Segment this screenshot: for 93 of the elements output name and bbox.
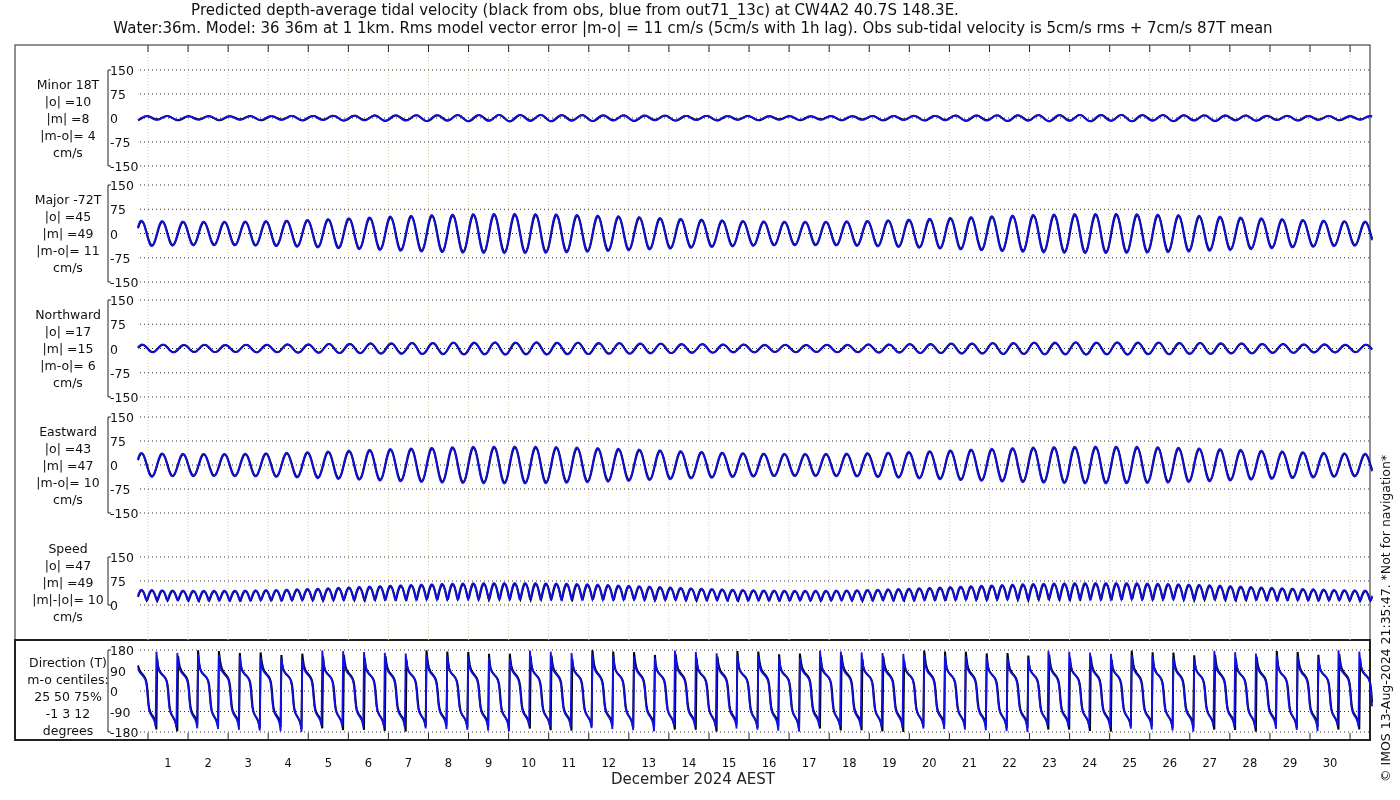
x-tick-label: 20 bbox=[922, 756, 937, 770]
x-tick-label: 3 bbox=[244, 756, 252, 770]
x-tick-label: 14 bbox=[681, 756, 697, 770]
panel-label: 25 50 75% bbox=[34, 689, 102, 704]
y-tick-label: 150 bbox=[110, 63, 134, 78]
y-tick-label: -150 bbox=[110, 159, 139, 174]
x-tick-label: 15 bbox=[721, 756, 737, 770]
panel-label: |m-o|= 11 bbox=[36, 243, 100, 258]
x-tick-label: 22 bbox=[1002, 756, 1017, 770]
x-tick-label: 26 bbox=[1162, 756, 1178, 770]
panel-label: cm/s bbox=[53, 609, 83, 624]
panel-label: cm/s bbox=[53, 145, 83, 160]
y-tick-label: 75 bbox=[110, 87, 126, 102]
x-tick-label: 13 bbox=[641, 756, 657, 770]
x-tick-label: 7 bbox=[404, 756, 413, 770]
x-tick-label: 16 bbox=[761, 756, 777, 770]
x-tick-label: 29 bbox=[1282, 756, 1298, 770]
x-tick-label: 2 bbox=[204, 756, 212, 770]
x-tick-label: 17 bbox=[801, 756, 817, 770]
y-tick-label: -150 bbox=[110, 275, 139, 290]
y-tick-label: -150 bbox=[110, 506, 139, 521]
panel-label: |m| =15 bbox=[42, 341, 94, 356]
y-axis-line bbox=[107, 556, 112, 606]
y-tick-label: 150 bbox=[110, 178, 134, 193]
panel-label: |o| =45 bbox=[44, 209, 92, 224]
x-tick-label: 1 bbox=[164, 756, 172, 770]
panel-label: Eastward bbox=[39, 424, 97, 439]
x-tick-label: 12 bbox=[601, 756, 617, 770]
y-tick-label: 0 bbox=[110, 598, 118, 613]
panel-label: degrees bbox=[42, 723, 94, 738]
panel-label: m-o centiles: bbox=[27, 672, 109, 687]
panel-label: |m-o|= 4 bbox=[40, 128, 96, 143]
panel-label: Direction (T) bbox=[29, 655, 107, 670]
x-tick-label: 24 bbox=[1082, 756, 1097, 770]
panel-label: |o| =10 bbox=[44, 94, 92, 109]
y-tick-label: 0 bbox=[110, 684, 118, 699]
x-tick-label: 28 bbox=[1242, 756, 1258, 770]
y-tick-label: 75 bbox=[110, 434, 126, 449]
panel-label: |o| =47 bbox=[44, 558, 92, 573]
x-tick-label: 10 bbox=[521, 756, 536, 770]
x-tick-label: 9 bbox=[484, 756, 493, 770]
panel-label: |m| =49 bbox=[42, 226, 94, 241]
panel-label: |m-o|= 6 bbox=[40, 358, 96, 373]
y-tick-label: -75 bbox=[110, 250, 131, 266]
x-tick-label: 30 bbox=[1322, 756, 1338, 770]
panel-label: |m| =8 bbox=[46, 111, 90, 126]
chart-title: Water:36m. Model: 36 36m at 1 1km. Rms model vector error |m-o| = 11 cm/s (5cm/s with 1h lag). Obs sub-tidal velocity is 5cm/s rms + 7cm/s 87T mean bbox=[113, 19, 1273, 37]
y-tick-label: -75 bbox=[110, 482, 131, 497]
y-tick-label: 180 bbox=[110, 643, 134, 658]
y-tick-label: 0 bbox=[110, 111, 118, 126]
x-tick-label: 11 bbox=[561, 756, 577, 770]
y-tick-label: -150 bbox=[110, 390, 139, 405]
x-tick-label: 8 bbox=[444, 756, 453, 770]
panel-label: cm/s bbox=[53, 260, 83, 275]
panel-label: |o| =17 bbox=[44, 324, 92, 339]
panel-label: |o| =43 bbox=[44, 441, 92, 456]
x-tick-label: 5 bbox=[324, 756, 332, 770]
y-tick-label: 0 bbox=[110, 226, 118, 242]
y-tick-label: -75 bbox=[110, 365, 131, 381]
chart-title: Predicted depth-average tidal velocity (black from obs, blue from out71_13c) at CW4A2 40.7S 148.3E. bbox=[191, 1, 959, 19]
panel-label: Speed bbox=[48, 541, 88, 556]
x-tick-label: 27 bbox=[1202, 756, 1218, 770]
panel-label: Minor 18T bbox=[36, 77, 100, 92]
y-tick-label: 150 bbox=[110, 550, 134, 565]
panel-label: |m|-|o|= 10 bbox=[32, 592, 104, 607]
panel-label: |m-o|= 10 bbox=[36, 475, 100, 490]
panel-label: |m| =49 bbox=[42, 575, 94, 590]
x-tick-label: 4 bbox=[284, 756, 292, 770]
y-tick-label: 75 bbox=[110, 202, 126, 218]
credit-text: © IMOS 13-Aug-2024 21:35:47. *Not for navigation* bbox=[1378, 454, 1393, 782]
x-tick-label: 18 bbox=[841, 756, 857, 770]
x-tick-label: 23 bbox=[1042, 756, 1057, 770]
panel-label: Northward bbox=[35, 307, 101, 322]
y-tick-label: 0 bbox=[110, 458, 118, 473]
panel-label: |m| =47 bbox=[42, 458, 94, 473]
x-tick-label: 19 bbox=[881, 756, 897, 770]
y-tick-label: 90 bbox=[110, 663, 126, 679]
x-tick-label: 6 bbox=[364, 756, 373, 770]
y-tick-label: 150 bbox=[110, 293, 134, 308]
y-tick-label: 75 bbox=[110, 574, 126, 589]
x-axis-title: December 2024 AEST bbox=[611, 770, 775, 788]
panel-label: -1 3 12 bbox=[45, 706, 91, 721]
x-tick-label: 21 bbox=[962, 756, 977, 770]
y-tick-label: -180 bbox=[110, 725, 139, 740]
y-tick-label: 75 bbox=[110, 317, 126, 333]
panel-label: Major -72T bbox=[34, 192, 102, 207]
panel-label: cm/s bbox=[53, 492, 83, 507]
panel-label: cm/s bbox=[53, 375, 83, 390]
y-tick-label: 150 bbox=[110, 410, 134, 425]
y-tick-label: 0 bbox=[110, 341, 118, 357]
y-tick-label: -75 bbox=[110, 135, 131, 150]
x-tick-label: 25 bbox=[1122, 756, 1138, 770]
y-tick-label: -90 bbox=[110, 704, 131, 720]
